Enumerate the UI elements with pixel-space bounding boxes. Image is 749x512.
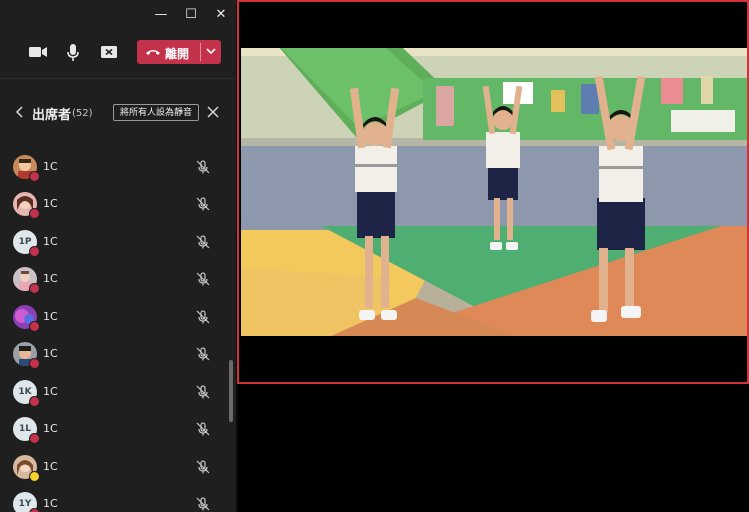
status-badge bbox=[29, 358, 40, 369]
participant-row[interactable]: 1P 1C bbox=[0, 224, 230, 260]
status-badge bbox=[29, 508, 40, 512]
microphone-icon[interactable] bbox=[62, 41, 84, 63]
participant-name: 1C bbox=[43, 460, 58, 473]
maximize-button[interactable]: ☐ bbox=[181, 5, 201, 25]
video-camera-icon[interactable] bbox=[27, 41, 49, 63]
share-tray-icon[interactable] bbox=[98, 41, 120, 63]
participant-row[interactable]: 1Y 1C bbox=[0, 486, 230, 512]
back-chevron-icon[interactable] bbox=[13, 103, 27, 121]
participant-row[interactable]: 1C bbox=[0, 299, 230, 335]
video-feed bbox=[241, 48, 747, 336]
status-badge bbox=[29, 321, 40, 332]
participant-name: 1C bbox=[43, 310, 58, 323]
close-window-button[interactable]: ✕ bbox=[211, 5, 231, 25]
panel-scrollbar[interactable] bbox=[229, 360, 233, 422]
chevron-down-icon[interactable] bbox=[204, 44, 218, 61]
participant-name: 1C bbox=[43, 272, 58, 285]
participant-name: 1C bbox=[43, 160, 58, 173]
mic-off-icon[interactable] bbox=[195, 421, 211, 437]
mic-off-icon[interactable] bbox=[195, 309, 211, 325]
status-badge bbox=[29, 433, 40, 444]
mic-off-icon[interactable] bbox=[195, 459, 211, 475]
participant-name: 1C bbox=[43, 497, 58, 510]
participant-row[interactable]: 1K 1C bbox=[0, 374, 230, 410]
minimize-button[interactable]: — bbox=[151, 5, 171, 25]
mic-off-icon[interactable] bbox=[195, 196, 211, 212]
participant-row[interactable]: 1L 1C bbox=[0, 411, 230, 447]
status-badge bbox=[29, 246, 40, 257]
mic-off-icon[interactable] bbox=[195, 159, 211, 175]
participant-row[interactable]: 1C bbox=[0, 336, 230, 372]
mic-off-icon[interactable] bbox=[195, 271, 211, 287]
leave-separator bbox=[200, 43, 201, 61]
hang-up-icon bbox=[145, 45, 161, 62]
participant-name: 1C bbox=[43, 385, 58, 398]
video-stage[interactable] bbox=[237, 0, 749, 384]
participant-name: 1C bbox=[43, 235, 58, 248]
toolbar-divider bbox=[0, 78, 236, 79]
close-panel-icon[interactable] bbox=[205, 104, 221, 120]
participants-title: 出席者 bbox=[32, 108, 72, 123]
status-badge bbox=[29, 208, 40, 219]
status-badge bbox=[29, 471, 40, 482]
participant-name: 1C bbox=[43, 197, 58, 210]
mic-off-icon[interactable] bbox=[195, 384, 211, 400]
participant-row[interactable]: 1C bbox=[0, 449, 230, 485]
participant-row[interactable]: 1C bbox=[0, 186, 230, 222]
status-badge bbox=[29, 171, 40, 182]
status-badge bbox=[29, 396, 40, 407]
mic-off-icon[interactable] bbox=[195, 234, 211, 250]
mute-all-button[interactable]: 將所有人設為靜音 bbox=[113, 104, 199, 121]
mic-off-icon[interactable] bbox=[195, 496, 211, 512]
status-badge bbox=[29, 283, 40, 294]
participant-name: 1C bbox=[43, 422, 58, 435]
mic-off-icon[interactable] bbox=[195, 346, 211, 362]
leave-button[interactable]: 離開 bbox=[137, 40, 221, 64]
participants-panel: — ☐ ✕ 離開 出席者 (52) 將所有人設為靜音 1C 1C 1P 1C 1… bbox=[0, 0, 236, 512]
participant-name: 1C bbox=[43, 347, 58, 360]
leave-label: 離開 bbox=[165, 47, 190, 61]
participant-row[interactable]: 1C bbox=[0, 149, 230, 185]
participants-count: (52) bbox=[72, 108, 93, 119]
participant-row[interactable]: 1C bbox=[0, 261, 230, 297]
